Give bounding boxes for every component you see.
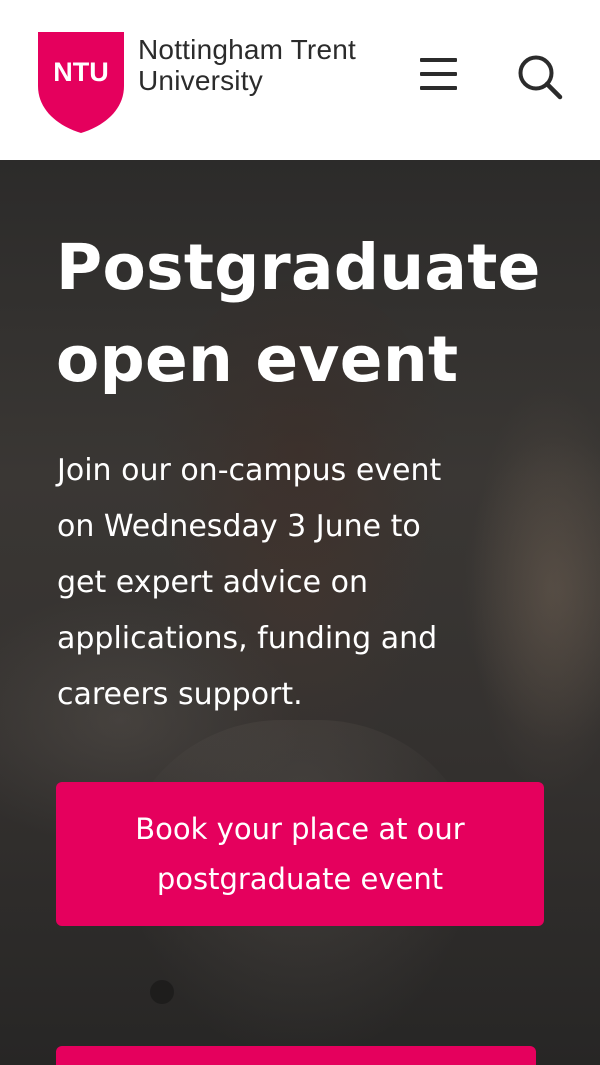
hero-intro-text: Join our on-campus event on Wednesday 3 …	[57, 443, 537, 723]
book-place-button-line-1: Book your place at our	[135, 812, 465, 846]
logo-badge-text: NTU	[53, 57, 109, 87]
hero-intro-line: Join our on-campus event	[57, 453, 442, 488]
wordmark-line-2: University	[138, 65, 263, 96]
hero-title-line-1: Postgraduate	[56, 231, 541, 304]
hero-banner: Postgraduate open event Join our on-camp…	[0, 160, 600, 1065]
book-place-button[interactable]: Book your place at our postgraduate even…	[56, 782, 544, 926]
wordmark-line-1: Nottingham Trent	[138, 34, 356, 65]
book-place-button-line-2: postgraduate event	[156, 862, 444, 896]
site-header: NTU Nottingham Trent University	[0, 0, 600, 160]
hero-intro-line: get expert advice on	[57, 565, 368, 600]
search-button[interactable]	[512, 50, 568, 104]
hero-title: Postgraduate open event	[56, 222, 566, 406]
hero-intro-line: careers support.	[57, 677, 303, 712]
hero-intro-line: applications, funding and	[57, 621, 438, 656]
secondary-cta-button[interactable]	[56, 1046, 536, 1065]
ntu-logo-link[interactable]: NTU Nottingham Trent University	[36, 30, 356, 134]
hero-intro-line: on Wednesday 3 June to	[57, 509, 421, 544]
search-icon	[518, 55, 563, 100]
menu-button[interactable]	[412, 52, 464, 96]
university-wordmark: Nottingham Trent University	[138, 34, 356, 96]
hero-title-line-2: open event	[56, 323, 459, 396]
ntu-shield-logo: NTU	[38, 32, 124, 133]
